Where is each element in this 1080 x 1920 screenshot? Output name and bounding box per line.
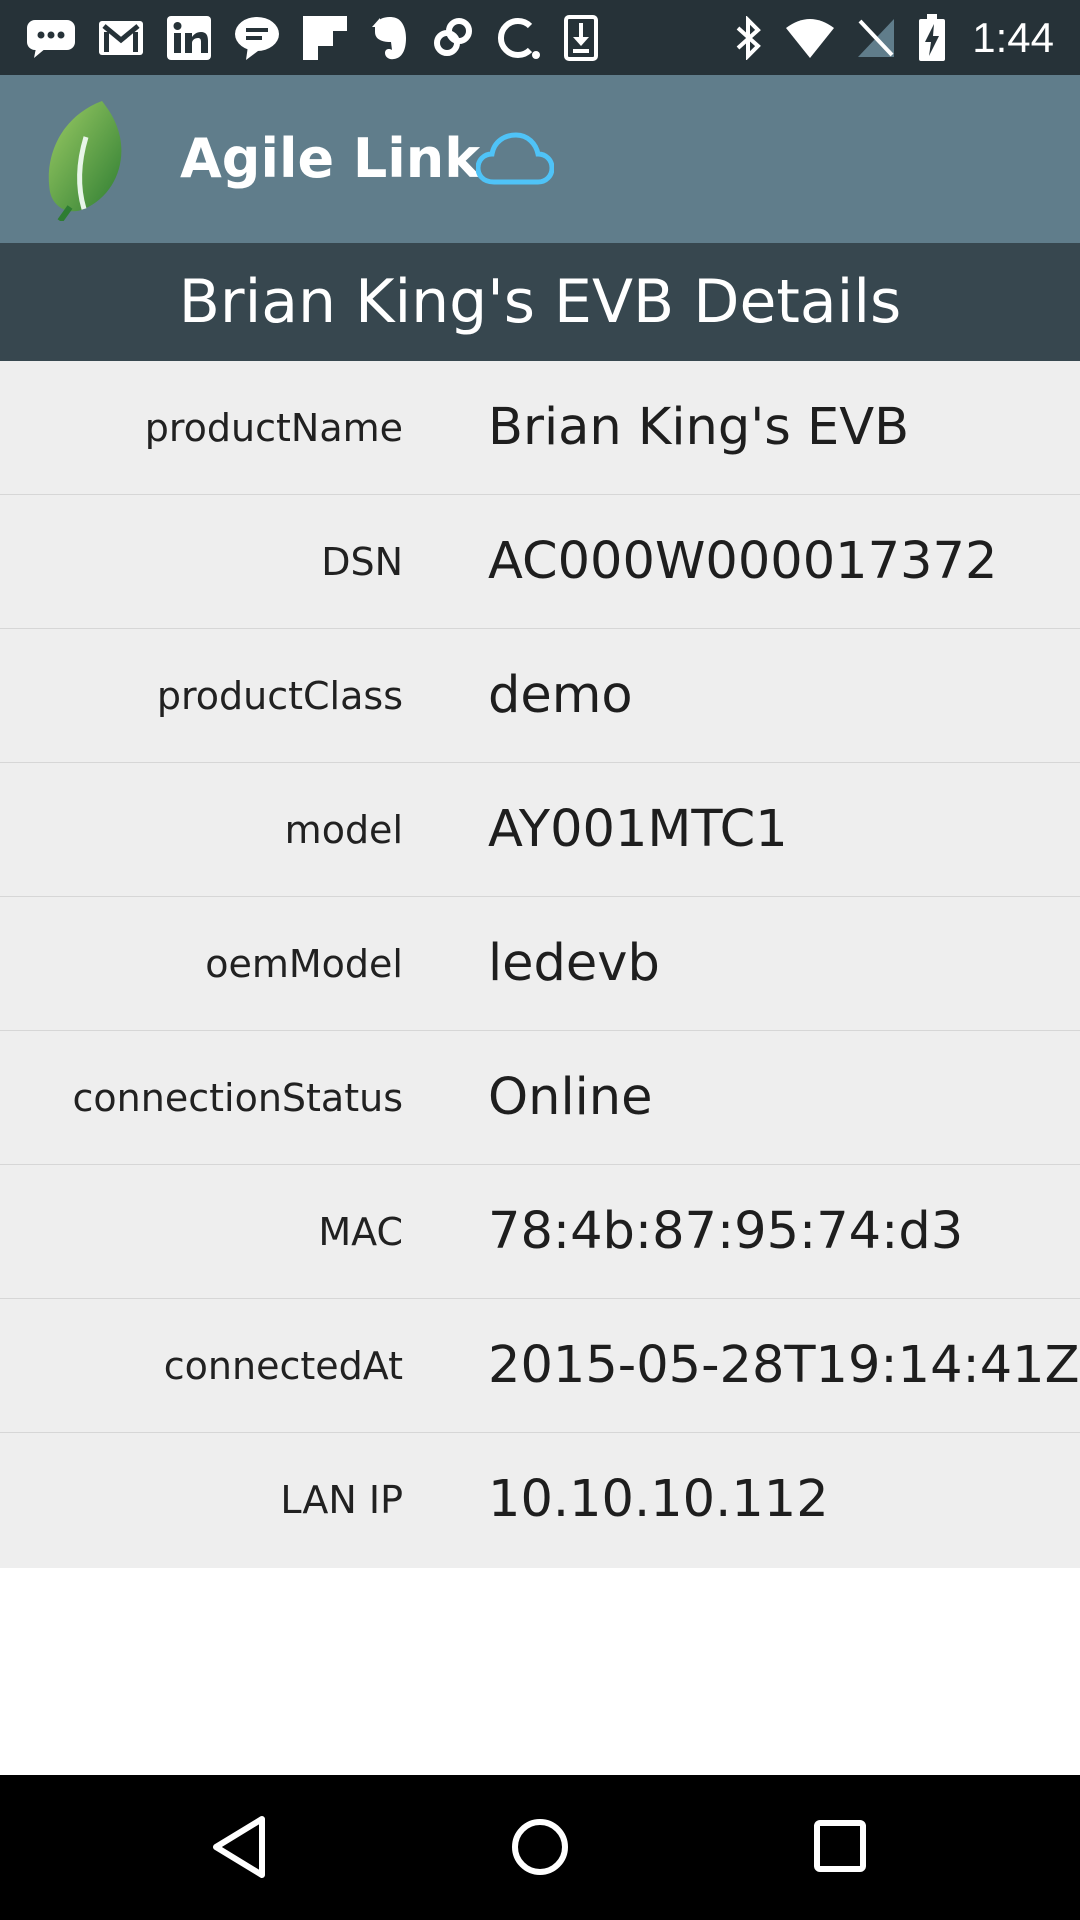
detail-row: connectionStatus Online (0, 1031, 1080, 1165)
detail-key: LAN IP (280, 1478, 403, 1522)
bluetooth-icon (734, 15, 764, 60)
status-bar: 1:44 (0, 0, 1080, 75)
detail-key: connectionStatus (72, 1076, 403, 1120)
notification-icons (26, 0, 598, 75)
gmail-icon (98, 20, 144, 56)
system-icons: 1:44 (734, 0, 1054, 75)
leaf-logo (40, 97, 130, 223)
detail-key: oemModel (205, 942, 403, 986)
detail-row: productClass demo (0, 629, 1080, 763)
detail-row: connectedAt 2015-05-28T19:14:41Z (0, 1299, 1080, 1433)
hangouts-icon (234, 16, 280, 60)
no-sim-icon (856, 17, 896, 59)
detail-row: MAC 78:4b:87:95:74:d3 (0, 1165, 1080, 1299)
flipboard-icon (302, 15, 348, 61)
detail-key: MAC (318, 1210, 403, 1254)
message-icon (26, 18, 76, 58)
detail-row: model AY001MTC1 (0, 763, 1080, 897)
detail-key: productName (144, 406, 403, 450)
wifi-icon (786, 18, 835, 58)
detail-row: oemModel ledevb (0, 897, 1080, 1031)
navigation-bar (0, 1775, 1080, 1920)
linkedin-icon (166, 15, 212, 61)
app-title: Agile Link (180, 127, 481, 190)
link-icon (432, 17, 474, 59)
detail-row: LAN IP 10.10.10.112 (0, 1433, 1080, 1568)
detail-key: productClass (156, 674, 403, 718)
cloud-icon[interactable] (475, 132, 555, 186)
detail-value: AY001MTC1 (488, 800, 788, 859)
detail-value: 78:4b:87:95:74:d3 (488, 1202, 964, 1261)
evernote-icon (370, 15, 410, 61)
clock: 1:44 (972, 13, 1054, 61)
app-bar: Agile Link (0, 75, 1080, 243)
download-icon (564, 14, 598, 61)
detail-key: DSN (321, 540, 403, 584)
detail-row: productName Brian King's EVB (0, 361, 1080, 495)
detail-key: model (284, 808, 403, 852)
detail-value: 2015-05-28T19:14:41Z (488, 1336, 1080, 1395)
details-list: productName Brian King's EVB DSN AC000W0… (0, 361, 1080, 1568)
detail-row: DSN AC000W000017372 (0, 495, 1080, 629)
page-title: Brian King's EVB Details (0, 243, 1080, 361)
detail-key: connectedAt (163, 1344, 403, 1388)
detail-value: AC000W000017372 (488, 532, 998, 591)
battery-charging-icon (918, 13, 946, 62)
c-icon (496, 15, 542, 61)
detail-value: Online (488, 1068, 653, 1127)
home-icon[interactable] (510, 1817, 570, 1882)
detail-value: 10.10.10.112 (488, 1470, 829, 1529)
recents-icon[interactable] (813, 1819, 867, 1878)
back-icon[interactable] (212, 1815, 268, 1884)
detail-value: Brian King's EVB (488, 398, 910, 457)
detail-value: ledevb (488, 934, 660, 993)
detail-value: demo (488, 666, 633, 725)
